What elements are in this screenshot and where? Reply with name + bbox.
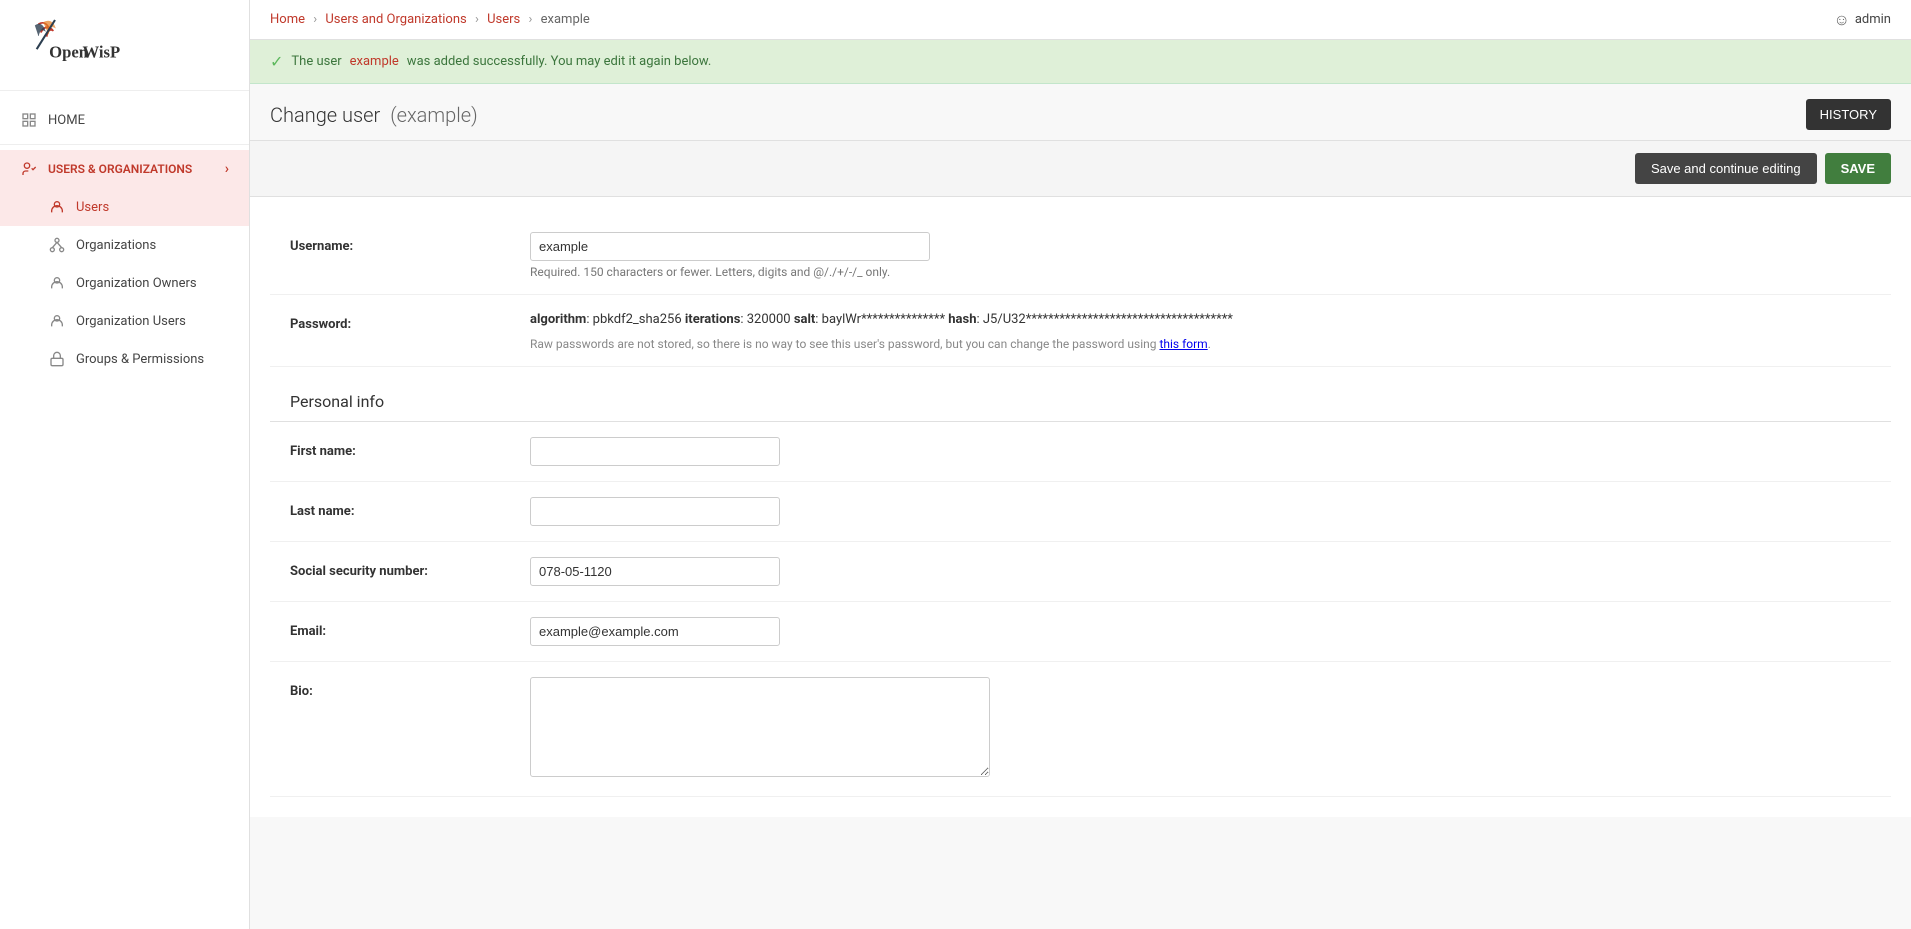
- last-name-row: Last name:: [270, 482, 1891, 542]
- chevron-right-icon: ›: [225, 161, 229, 177]
- success-text-suffix: was added successfully. You may edit it …: [407, 54, 712, 69]
- save-continue-button[interactable]: Save and continue editing: [1635, 153, 1817, 184]
- pw-algorithm-label: algorithm: pbkdf2_sha256: [530, 312, 685, 327]
- sidebar-item-users[interactable]: Users: [0, 188, 249, 226]
- password-help-text: Raw passwords are not stored, so there i…: [530, 337, 1871, 351]
- sidebar-item-groups[interactable]: Groups & Permissions: [0, 340, 249, 378]
- email-row: Email:: [270, 602, 1891, 662]
- breadcrumb-sep-1: ›: [313, 12, 317, 27]
- success-username-link[interactable]: example: [350, 54, 399, 69]
- org-users-icon: [48, 312, 66, 330]
- success-text-prefix: The user: [291, 54, 341, 69]
- email-field: [530, 617, 1871, 646]
- sidebar-home-label: HOME: [48, 113, 85, 128]
- page-header: Change user (example) HISTORY: [250, 84, 1911, 140]
- user-icon: [48, 198, 66, 216]
- breadcrumb-home[interactable]: Home: [270, 12, 305, 27]
- page-subtitle: (example): [390, 103, 477, 127]
- home-icon: [20, 111, 38, 129]
- ssn-row: Social security number:: [270, 542, 1891, 602]
- last-name-input[interactable]: [530, 497, 780, 526]
- password-row: Password: algorithm: pbkdf2_sha256 itera…: [270, 295, 1891, 367]
- org-owners-icon: [48, 274, 66, 292]
- ssn-label: Social security number:: [290, 557, 510, 579]
- users-orgs-icon: [20, 160, 38, 178]
- pw-salt-label: salt: baylWr***************: [794, 312, 948, 327]
- breadcrumb-sep-3: ›: [528, 12, 532, 27]
- first-name-input[interactable]: [530, 437, 780, 466]
- username-row: Username: Required. 150 characters or fe…: [270, 217, 1891, 295]
- first-name-row: First name:: [270, 422, 1891, 482]
- bio-label: Bio:: [290, 677, 510, 699]
- sidebar-item-home[interactable]: HOME: [0, 101, 249, 139]
- bio-row: Bio:: [270, 662, 1891, 797]
- organizations-icon: [48, 236, 66, 254]
- sidebar-item-org-users[interactable]: Organization Users: [0, 302, 249, 340]
- form-spacer: [270, 367, 1891, 377]
- sidebar-divider: [0, 144, 249, 145]
- bio-field: [530, 677, 1871, 781]
- sidebar-navigation: HOME USERS & ORGANIZATIONS › Use: [0, 91, 249, 388]
- success-check-icon: ✓: [270, 52, 283, 71]
- change-password-link[interactable]: this form: [1159, 337, 1207, 351]
- sidebar-org-owners-label: Organization Owners: [76, 276, 197, 291]
- ssn-field: [530, 557, 1871, 586]
- username-display: admin: [1855, 12, 1891, 27]
- sidebar: Open WisP HOME: [0, 0, 250, 929]
- save-button[interactable]: SAVE: [1825, 153, 1891, 184]
- svg-text:WisP: WisP: [83, 43, 121, 62]
- last-name-field: [530, 497, 1871, 526]
- password-info: algorithm: pbkdf2_sha256 iterations: 320…: [530, 310, 1871, 331]
- page-title: Change user: [270, 103, 380, 127]
- logo-icon: Open WisP: [20, 15, 120, 75]
- breadcrumb: Home › Users and Organizations › Users ›…: [270, 12, 590, 27]
- sidebar-users-orgs-label: USERS & ORGANIZATIONS: [48, 162, 192, 176]
- pw-iterations-label: iterations: 320000: [685, 312, 794, 327]
- username-field: Required. 150 characters or fewer. Lette…: [530, 232, 1871, 279]
- sidebar-groups-label: Groups & Permissions: [76, 352, 204, 367]
- last-name-label: Last name:: [290, 497, 510, 519]
- breadcrumb-current: example: [541, 12, 590, 27]
- password-field: algorithm: pbkdf2_sha256 iterations: 320…: [530, 310, 1871, 351]
- sidebar-item-organizations[interactable]: Organizations: [0, 226, 249, 264]
- sidebar-users-label: Users: [76, 200, 109, 215]
- breadcrumb-sep-2: ›: [475, 12, 479, 27]
- success-banner: ✓ The user example was added successfull…: [250, 40, 1911, 84]
- ssn-input[interactable]: [530, 557, 780, 586]
- history-button[interactable]: HISTORY: [1806, 99, 1891, 130]
- topbar: Home › Users and Organizations › Users ›…: [250, 0, 1911, 40]
- username-help: Required. 150 characters or fewer. Lette…: [530, 265, 1871, 279]
- username-input[interactable]: [530, 232, 930, 261]
- form-content: Username: Required. 150 characters or fe…: [250, 197, 1911, 817]
- groups-icon: [48, 350, 66, 368]
- personal-info-section-title: Personal info: [270, 377, 1891, 422]
- pw-hash-label: hash: J5/U32****************************…: [948, 312, 1233, 327]
- email-label: Email:: [290, 617, 510, 639]
- first-name-label: First name:: [290, 437, 510, 459]
- action-bar: Save and continue editing SAVE: [250, 140, 1911, 197]
- password-label: Password:: [290, 310, 510, 332]
- sidebar-section-users-orgs[interactable]: USERS & ORGANIZATIONS ›: [0, 150, 249, 188]
- page-title-area: Change user (example): [270, 103, 478, 127]
- logo-area: Open WisP: [0, 0, 249, 91]
- email-input[interactable]: [530, 617, 780, 646]
- main-content: Home › Users and Organizations › Users ›…: [250, 0, 1911, 929]
- first-name-field: [530, 437, 1871, 466]
- breadcrumb-subsection[interactable]: Users: [487, 12, 520, 27]
- bio-input[interactable]: [530, 677, 990, 777]
- user-info: ☺ admin: [1834, 10, 1892, 30]
- user-account-icon: ☺: [1834, 10, 1850, 30]
- sidebar-org-users-label: Organization Users: [76, 314, 186, 329]
- username-label: Username:: [290, 232, 510, 254]
- breadcrumb-section[interactable]: Users and Organizations: [325, 12, 466, 27]
- sidebar-organizations-label: Organizations: [76, 238, 156, 253]
- sidebar-item-org-owners[interactable]: Organization Owners: [0, 264, 249, 302]
